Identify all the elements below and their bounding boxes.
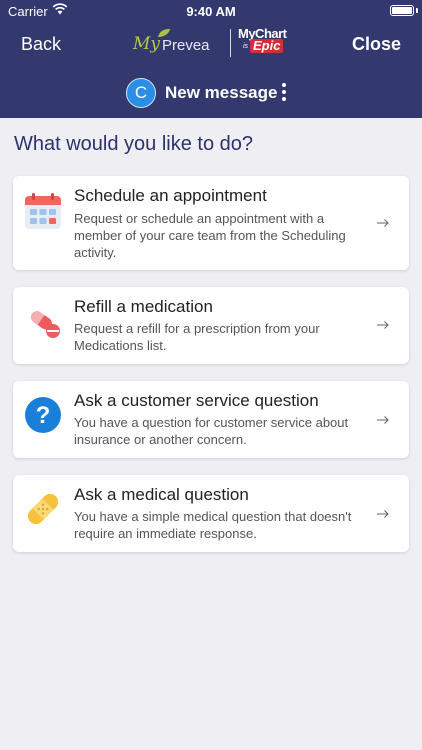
option-title: Schedule an appointment: [74, 186, 267, 205]
logo-divider: [230, 29, 231, 57]
option-title: Ask a medical question: [74, 485, 249, 504]
battery-icon: [390, 5, 414, 16]
pill-icon: [30, 311, 60, 338]
question-icon: ?: [25, 397, 61, 433]
message-header: C New message: [0, 78, 422, 108]
arrow-right-icon: [377, 416, 389, 424]
calendar-icon: [25, 193, 61, 229]
option-title: Ask a customer service question: [74, 391, 319, 410]
message-title: New message: [165, 83, 278, 102]
arrow-right-icon: [377, 321, 389, 329]
back-button[interactable]: Back: [21, 34, 61, 55]
myprevea-mychart-logo: My Prevea MyChart is Epic: [132, 26, 292, 62]
option-description: You have a simple medical question that …: [74, 509, 352, 541]
bandage-icon: [27, 493, 59, 525]
option-description: Request a refill for a prescription from…: [74, 321, 320, 353]
app-header: Carrier 9:40 AM Back My Prevea MyChart i…: [0, 0, 422, 118]
option-schedule-appointment[interactable]: Schedule an appointment Request or sched…: [13, 176, 409, 270]
option-refill-medication[interactable]: Refill a medication Request a refill for…: [13, 287, 409, 364]
option-customer-service-question[interactable]: ? Ask a customer service question You ha…: [13, 381, 409, 458]
option-medical-question[interactable]: Ask a medical question You have a simple…: [13, 475, 409, 552]
page-title: What would you like to do?: [14, 133, 254, 155]
battery-tip: [416, 8, 418, 13]
logo-my-text: My: [133, 34, 161, 54]
option-description: You have a question for customer service…: [74, 415, 349, 447]
arrow-right-icon: [377, 510, 389, 518]
avatar: C: [126, 78, 156, 108]
status-time: 9:40 AM: [186, 4, 236, 19]
svg-text:?: ?: [36, 402, 51, 429]
close-button[interactable]: Close: [352, 34, 401, 55]
arrow-right-icon: [377, 219, 389, 227]
more-options-icon[interactable]: [279, 82, 289, 104]
option-title: Refill a medication: [74, 297, 213, 316]
logo-epic-text: Epic: [250, 39, 284, 53]
logo-is-text: is: [243, 43, 249, 50]
logo-prevea-text: Prevea: [162, 37, 210, 54]
option-description: Request or schedule an appointment with …: [74, 211, 346, 260]
status-bar: Carrier 9:40 AM: [0, 0, 422, 22]
